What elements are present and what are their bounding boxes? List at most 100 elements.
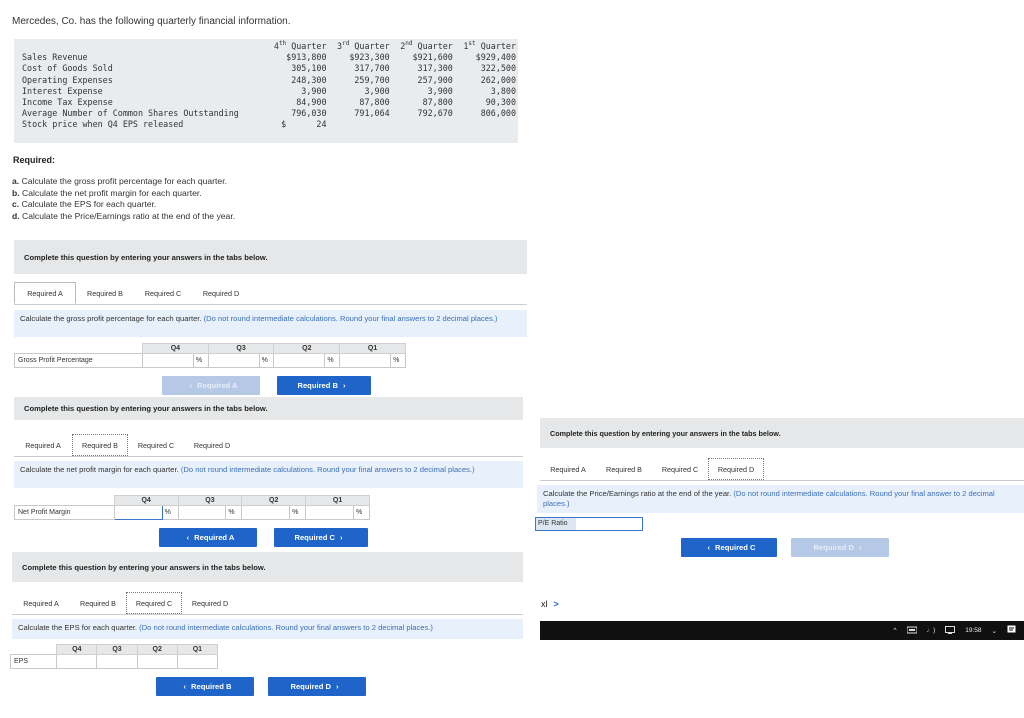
instructions-banner: Complete this question by entering your … bbox=[12, 552, 523, 582]
chevron-left-icon: ‹ bbox=[189, 381, 193, 390]
prev-button[interactable]: ‹ Required A bbox=[159, 528, 257, 547]
tab-required-b[interactable]: Required B bbox=[76, 282, 134, 304]
row-label: Gross Profit Percentage bbox=[14, 353, 143, 368]
chevron-down-icon[interactable]: ⌄ bbox=[992, 627, 997, 635]
tab-required-d[interactable]: Required D bbox=[192, 282, 250, 304]
tab-divider bbox=[14, 304, 527, 305]
excel-icon: xl bbox=[541, 599, 548, 609]
header-q4: 4th Quarter bbox=[273, 40, 327, 52]
pe-ratio-input[interactable] bbox=[576, 518, 642, 530]
tab-divider bbox=[540, 480, 1024, 481]
tab-required-d[interactable]: Required D bbox=[708, 458, 764, 480]
column-header: Q3 bbox=[96, 644, 138, 655]
net-margin-q2-input[interactable] bbox=[241, 505, 291, 520]
chevron-right-icon: › bbox=[858, 543, 862, 552]
row-label: Net Profit Margin bbox=[14, 505, 115, 520]
chevron-right-icon: › bbox=[342, 381, 346, 390]
chevron-right-icon: › bbox=[339, 533, 343, 542]
tab-bar: Required A Required B Required C Require… bbox=[12, 592, 523, 614]
column-header: Q2 bbox=[273, 343, 341, 354]
percent-sign: % bbox=[258, 353, 275, 368]
required-title: Required: bbox=[13, 155, 56, 165]
notification-icon[interactable] bbox=[1007, 625, 1016, 636]
next-button[interactable]: Required D › bbox=[268, 677, 366, 696]
column-header: Q1 bbox=[176, 644, 219, 655]
instruction-box: Calculate the net profit margin for each… bbox=[14, 461, 523, 488]
clock[interactable]: 19:58 bbox=[965, 627, 981, 634]
instruction-box: Calculate the EPS for each quarter. (Do … bbox=[12, 619, 523, 639]
net-margin-q4-input[interactable] bbox=[113, 505, 163, 520]
table-row: Stock price when Q4 EPS released $ 24 bbox=[22, 119, 327, 130]
tab-required-b[interactable]: Required B bbox=[70, 592, 126, 614]
net-margin-q1-input[interactable] bbox=[305, 505, 354, 520]
table-row: Cost of Goods Sold 305,100 317,700 317,3… bbox=[22, 63, 516, 74]
row-label: P/E Ratio bbox=[536, 518, 576, 530]
wifi-icon[interactable] bbox=[906, 626, 918, 636]
eps-q3-input[interactable] bbox=[96, 654, 138, 669]
eps-q4-input[interactable] bbox=[56, 654, 98, 669]
gross-profit-q2-input[interactable] bbox=[273, 353, 326, 368]
prev-button[interactable]: ‹ Required A bbox=[162, 376, 260, 395]
next-button[interactable]: Required D › bbox=[791, 538, 889, 557]
list-item: d. Calculate the Price/Earnings ratio at… bbox=[12, 210, 236, 221]
tab-required-b[interactable]: Required B bbox=[596, 458, 652, 480]
eps-q1-input[interactable] bbox=[176, 654, 219, 669]
percent-sign: % bbox=[324, 353, 341, 368]
next-button[interactable]: Required B › bbox=[277, 376, 371, 395]
chevron-left-icon: ‹ bbox=[183, 682, 186, 691]
percent-sign: % bbox=[289, 505, 307, 520]
gross-profit-q1-input[interactable] bbox=[339, 353, 392, 368]
battery-icon[interactable] bbox=[945, 625, 956, 636]
tab-required-c[interactable]: Required C bbox=[652, 458, 708, 480]
tab-required-a[interactable]: Required A bbox=[14, 434, 72, 456]
financial-header-row: 4th Quarter 3rd Quarter 2nd Quarter 1st … bbox=[22, 41, 518, 52]
table-row: Operating Expenses 248,300 259,700 257,9… bbox=[22, 74, 516, 85]
column-header: Q4 bbox=[142, 343, 209, 354]
instructions-banner: Complete this question by entering your … bbox=[14, 397, 523, 420]
percent-sign: % bbox=[192, 353, 209, 368]
tab-required-b[interactable]: Required B bbox=[72, 434, 128, 456]
chevron-up-icon[interactable]: ^ bbox=[894, 627, 897, 634]
next-button[interactable]: Required C › bbox=[274, 528, 368, 547]
tab-divider bbox=[14, 456, 523, 457]
required-list: a. Calculate the gross profit percentage… bbox=[12, 176, 235, 222]
tab-required-c[interactable]: Required C bbox=[128, 434, 184, 456]
speaker-icon[interactable]: ♩) bbox=[927, 627, 936, 634]
column-header: Q4 bbox=[56, 644, 98, 655]
percent-sign: % bbox=[390, 353, 406, 368]
answer-grid-a: Q4 Q3 Q2 Q1 Gross Profit Percentage % % … bbox=[14, 343, 406, 368]
tab-required-a[interactable]: Required A bbox=[540, 458, 596, 480]
header-q1: 1st Quarter bbox=[463, 40, 516, 52]
tab-required-a[interactable]: Required A bbox=[12, 592, 70, 614]
percent-sign: % bbox=[161, 505, 179, 520]
instruction-box: Calculate the Price/Earnings ratio at th… bbox=[537, 485, 1024, 513]
table-row: Income Tax Expense 84,900 87,800 87,800 … bbox=[22, 97, 516, 108]
column-header: Q1 bbox=[339, 343, 406, 354]
tab-required-c[interactable]: Required C bbox=[126, 592, 182, 614]
column-header: Q3 bbox=[177, 495, 243, 506]
column-header: Q1 bbox=[305, 495, 370, 506]
table-row: Average Number of Common Shares Outstand… bbox=[22, 108, 516, 119]
chevron-left-icon: ‹ bbox=[186, 533, 190, 542]
eps-q2-input[interactable] bbox=[136, 654, 178, 669]
net-margin-q3-input[interactable] bbox=[177, 505, 227, 520]
column-header: Q2 bbox=[241, 495, 307, 506]
list-item: a. Calculate the gross profit percentage… bbox=[12, 176, 227, 186]
instructions-banner: Complete this question by entering your … bbox=[14, 240, 527, 274]
instructions-banner: Complete this question by entering your … bbox=[540, 418, 1024, 448]
gross-profit-q3-input[interactable] bbox=[207, 353, 260, 368]
table-row: Sales Revenue $913,800 $923,300 $921,600… bbox=[22, 52, 516, 63]
answer-grid-c: Q4 Q3 Q2 Q1 EPS bbox=[9, 644, 219, 669]
column-header: Q2 bbox=[136, 644, 178, 655]
tab-required-c[interactable]: Required C bbox=[134, 282, 192, 304]
prev-button[interactable]: ‹ Required C bbox=[681, 538, 777, 557]
excel-link[interactable]: xl > bbox=[541, 599, 559, 609]
tab-required-d[interactable]: Required D bbox=[182, 592, 238, 614]
column-header: Q4 bbox=[113, 495, 179, 506]
prev-button[interactable]: ‹ Required B bbox=[156, 677, 254, 696]
column-header: Q3 bbox=[207, 343, 275, 354]
pe-ratio-row: P/E Ratio bbox=[535, 517, 643, 531]
tab-required-d[interactable]: Required D bbox=[184, 434, 240, 456]
tab-required-a[interactable]: Required A bbox=[14, 282, 76, 304]
gross-profit-q4-input[interactable] bbox=[142, 353, 194, 368]
